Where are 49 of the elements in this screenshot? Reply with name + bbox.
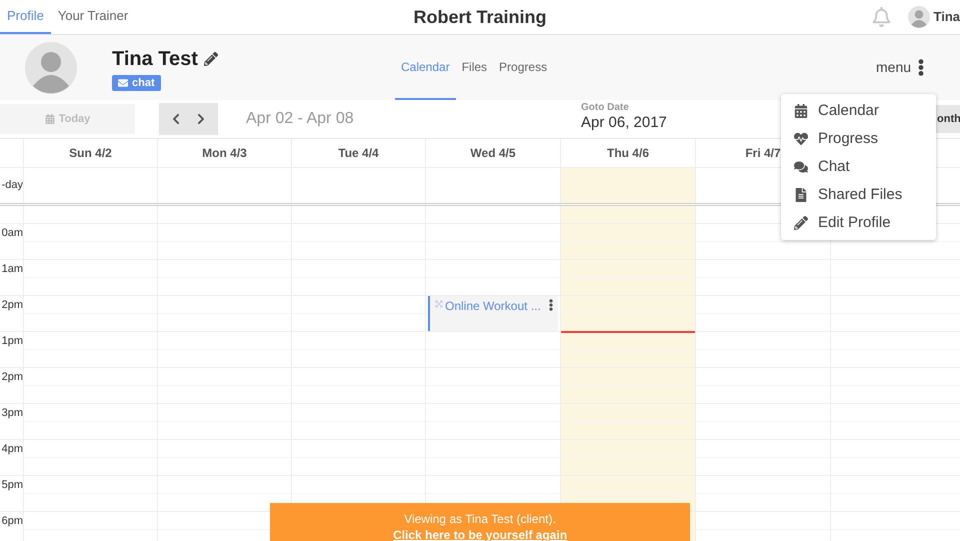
day-header: Fri 4/7 [745, 145, 781, 162]
time-label: 0am [2, 226, 23, 241]
pencil-icon [794, 216, 808, 230]
kebab-icon [916, 59, 926, 76]
time-label: 2pm [2, 298, 23, 313]
calendar-icon [794, 104, 808, 118]
menu-item[interactable]: Chat [781, 153, 936, 181]
month-button[interactable]: onth [936, 105, 960, 133]
envelope-icon [118, 78, 128, 88]
time-label: 1pm [2, 334, 23, 349]
user-avatar [908, 6, 930, 28]
day-header: Wed 4/5 [470, 145, 516, 162]
section-tab[interactable]: Files [456, 35, 494, 100]
calendar-icon [44, 114, 55, 124]
heartbeat-icon [794, 132, 808, 146]
date-range: Apr 02 - Apr 08 [246, 109, 354, 129]
next-icon[interactable] [196, 113, 206, 125]
resize-icon [435, 300, 443, 308]
time-label: 1am [2, 262, 23, 277]
nav-tab[interactable]: Your Trainer [50, 0, 136, 34]
menu-item[interactable]: Calendar [781, 97, 936, 125]
document-icon [794, 188, 808, 202]
app-title: Robert Training [413, 6, 546, 29]
time-label: 4pm [2, 442, 23, 457]
menu-item[interactable]: Shared Files [781, 181, 936, 209]
pencil-icon[interactable] [204, 52, 218, 66]
day-header: Mon 4/3 [202, 145, 247, 162]
profile-name: Tina Test [112, 47, 198, 72]
day-header: Thu 4/6 [606, 145, 649, 162]
menu-item[interactable]: Progress [781, 125, 936, 153]
event-title: Online Workout ... [445, 298, 541, 315]
menu-button[interactable]: menu [876, 57, 926, 78]
user-name[interactable]: Tina [934, 7, 960, 27]
profile-avatar [25, 42, 77, 94]
chat-icon [794, 160, 808, 174]
menu-item[interactable]: Edit Profile [781, 209, 936, 237]
goto-date-field[interactable]: Apr 06, 2017 [581, 115, 667, 130]
time-label: 5pm [2, 478, 23, 493]
all-day-label: -day [2, 178, 23, 194]
time-label: 2pm [2, 370, 23, 385]
day-header: Sun 4/2 [69, 145, 112, 162]
day-header: Tue 4/4 [338, 145, 379, 162]
banner-text: Viewing as Tina Test (client). [404, 511, 556, 527]
time-label: 3pm [2, 406, 23, 421]
goto-date-label: Goto Date [581, 103, 630, 113]
previous-icon[interactable] [170, 113, 181, 125]
time-label: 6pm [2, 514, 23, 529]
kebab-icon[interactable] [548, 299, 554, 311]
section-tab[interactable]: Progress [493, 35, 554, 100]
